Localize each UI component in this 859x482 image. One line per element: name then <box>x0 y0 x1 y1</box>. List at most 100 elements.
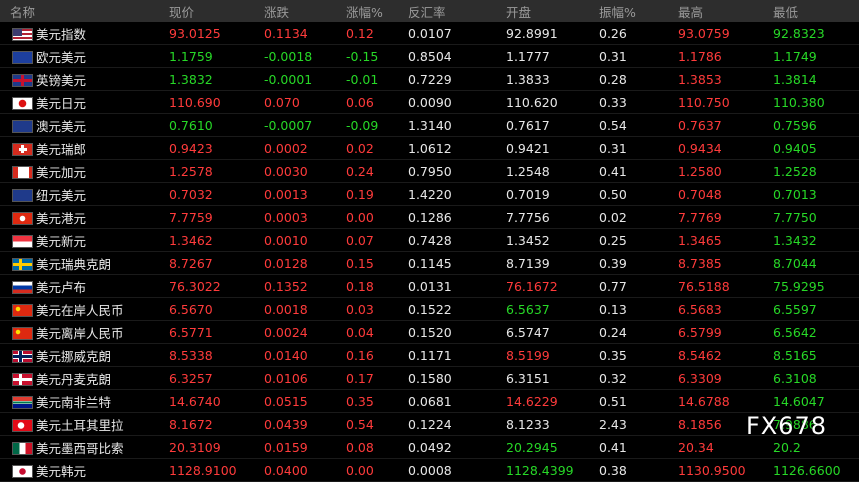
pair-name-cell[interactable]: 美元在岸人民币 <box>0 297 165 321</box>
pair-name-cell[interactable]: 美元韩元 <box>0 458 165 482</box>
price-cell: 0.7032 <box>165 182 260 206</box>
inverse-rate-cell: 0.1580 <box>404 366 502 390</box>
flag-icon <box>12 441 33 455</box>
pair-name: 美元丹麦克朗 <box>36 371 112 387</box>
pair-name-cell[interactable]: 美元港元 <box>0 205 165 229</box>
col-header-name[interactable]: 名称 <box>0 0 165 22</box>
amplitude-cell: 0.31 <box>595 136 674 160</box>
pair-name-cell[interactable]: 美元丹麦克朗 <box>0 366 165 390</box>
pair-name-cell[interactable]: 澳元美元 <box>0 113 165 137</box>
table-row[interactable]: 美元新元 1.3462 0.0010 0.07 0.7428 1.3452 0.25 1.34… <box>0 228 859 252</box>
pair-name-cell[interactable]: 美元瑞郎 <box>0 136 165 160</box>
table-row[interactable]: 美元加元 1.2578 0.0030 0.24 0.7950 1.2548 0.41 1.25… <box>0 159 859 183</box>
inverse-rate-cell: 0.8504 <box>404 44 502 68</box>
table-row[interactable]: 澳元美元 0.7610 -0.0007 -0.09 1.3140 0.7617 0.54 0.… <box>0 113 859 137</box>
pair-name-cell[interactable]: 美元瑞典克朗 <box>0 251 165 275</box>
table-row[interactable]: 美元土耳其里拉 8.1672 0.0439 0.54 0.1224 8.1233 2.43 8… <box>0 412 859 436</box>
col-header-change-pct[interactable]: 涨幅% <box>342 0 404 22</box>
flag-icon <box>12 165 33 179</box>
table-row[interactable]: 美元南非兰特 14.6740 0.0515 0.35 0.0681 14.6229 0.51… <box>0 389 859 413</box>
inverse-rate-cell: 0.1286 <box>404 205 502 229</box>
table-row[interactable]: 美元丹麦克朗 6.3257 0.0106 0.17 0.1580 6.3151 0.32 6.… <box>0 366 859 390</box>
table-row[interactable]: 美元卢布 76.3022 0.1352 0.18 0.0131 76.1672 0.77 76… <box>0 274 859 298</box>
change-cell: 0.0013 <box>260 182 342 206</box>
col-header-high[interactable]: 最高 <box>674 0 769 22</box>
price-cell: 76.3022 <box>165 274 260 298</box>
price-cell: 1.1759 <box>165 44 260 68</box>
change-cell: 0.0018 <box>260 297 342 321</box>
change-cell: 0.1352 <box>260 274 342 298</box>
high-cell: 6.3309 <box>674 366 769 390</box>
pair-name-cell[interactable]: 美元墨西哥比索 <box>0 435 165 459</box>
inverse-rate-cell: 0.1145 <box>404 251 502 275</box>
table-row[interactable]: 美元港元 7.7759 0.0003 0.00 0.1286 7.7756 0.02 7.77… <box>0 205 859 229</box>
amplitude-cell: 0.28 <box>595 67 674 91</box>
high-cell: 6.5799 <box>674 320 769 344</box>
pair-name-cell[interactable]: 纽元美元 <box>0 182 165 206</box>
pair-name-cell[interactable]: 美元土耳其里拉 <box>0 412 165 436</box>
col-header-change[interactable]: 涨跌 <box>260 0 342 22</box>
table-row[interactable]: 美元日元 110.690 0.070 0.06 0.0090 110.620 0.33 110… <box>0 90 859 114</box>
pair-name-cell[interactable]: 美元离岸人民币 <box>0 320 165 344</box>
header-row: 名称 现价 涨跌 涨幅% 反汇率 开盘 振幅% 最高 最低 <box>0 0 859 22</box>
inverse-rate-cell: 0.0131 <box>404 274 502 298</box>
open-cell: 8.7139 <box>502 251 595 275</box>
col-header-amplitude[interactable]: 振幅% <box>595 0 674 22</box>
pair-name: 美元日元 <box>36 95 87 111</box>
table-row[interactable]: 美元离岸人民币 6.5771 0.0024 0.04 0.1520 6.5747 0.24 6… <box>0 320 859 344</box>
change-cell: -0.0018 <box>260 44 342 68</box>
open-cell: 92.8991 <box>502 22 595 45</box>
inverse-rate-cell: 0.1171 <box>404 343 502 367</box>
open-cell: 20.2945 <box>502 435 595 459</box>
pair-name: 美元南非兰特 <box>36 394 112 410</box>
pair-name-cell[interactable]: 美元加元 <box>0 159 165 183</box>
pair-name-cell[interactable]: 美元指数 <box>0 22 165 45</box>
low-cell: 8.7044 <box>769 251 859 275</box>
table-row[interactable]: 英镑美元 1.3832 -0.0001 -0.01 0.7229 1.3833 0.28 1.… <box>0 67 859 91</box>
change-pct-cell: 0.00 <box>342 458 404 482</box>
table-row[interactable]: 纽元美元 0.7032 0.0013 0.19 1.4220 0.7019 0.50 0.70… <box>0 182 859 206</box>
amplitude-cell: 0.24 <box>595 320 674 344</box>
low-cell: 1126.6600 <box>769 458 859 482</box>
table-row[interactable]: 美元挪威克朗 8.5338 0.0140 0.16 0.1171 8.5199 0.35 8.… <box>0 343 859 367</box>
col-header-inverse-rate[interactable]: 反汇率 <box>404 0 502 22</box>
table-row[interactable]: 美元指数 93.0125 0.1134 0.12 0.0107 92.8991 0.26 93… <box>0 22 859 45</box>
pair-name-cell[interactable]: 美元挪威克朗 <box>0 343 165 367</box>
table-row[interactable]: 美元墨西哥比索 20.3109 0.0159 0.08 0.0492 20.2945 0.4… <box>0 435 859 459</box>
col-header-low[interactable]: 最低 <box>769 0 859 22</box>
pair-name-cell[interactable]: 美元日元 <box>0 90 165 114</box>
low-cell: 1.3814 <box>769 67 859 91</box>
high-cell: 8.5462 <box>674 343 769 367</box>
col-header-open[interactable]: 开盘 <box>502 0 595 22</box>
high-cell: 6.5683 <box>674 297 769 321</box>
table-row[interactable]: 美元在岸人民币 6.5670 0.0018 0.03 0.1522 6.5637 0.13 6… <box>0 297 859 321</box>
pair-name-cell[interactable]: 美元新元 <box>0 228 165 252</box>
inverse-rate-cell: 0.1522 <box>404 297 502 321</box>
pair-name-cell[interactable]: 美元卢布 <box>0 274 165 298</box>
change-cell: 0.070 <box>260 90 342 114</box>
flag-icon <box>12 96 33 110</box>
table-row[interactable]: 美元瑞郎 0.9423 0.0002 0.02 1.0612 0.9421 0.31 0.94… <box>0 136 859 160</box>
pair-name: 美元挪威克朗 <box>36 348 112 364</box>
table-row[interactable]: 美元韩元 1128.9100 0.0400 0.00 0.0008 1128.4399 0.… <box>0 458 859 482</box>
change-pct-cell: 0.17 <box>342 366 404 390</box>
table-row[interactable]: 欧元美元 1.1759 -0.0018 -0.15 0.8504 1.1777 0.31 1.… <box>0 44 859 68</box>
price-cell: 1.2578 <box>165 159 260 183</box>
amplitude-cell: 2.43 <box>595 412 674 436</box>
change-cell: 0.0400 <box>260 458 342 482</box>
col-header-price[interactable]: 现价 <box>165 0 260 22</box>
open-cell: 0.7019 <box>502 182 595 206</box>
inverse-rate-cell: 0.0107 <box>404 22 502 45</box>
table-row[interactable]: 美元瑞典克朗 8.7267 0.0128 0.15 0.1145 8.7139 0.39 8.… <box>0 251 859 275</box>
flag-icon <box>12 119 33 133</box>
low-cell: 0.7596 <box>769 113 859 137</box>
watermark-logo: FX678 <box>745 412 827 440</box>
pair-name: 英镑美元 <box>36 72 87 88</box>
high-cell: 1.2580 <box>674 159 769 183</box>
change-pct-cell: 0.04 <box>342 320 404 344</box>
pair-name-cell[interactable]: 欧元美元 <box>0 44 165 68</box>
pair-name-cell[interactable]: 美元南非兰特 <box>0 389 165 413</box>
high-cell: 14.6788 <box>674 389 769 413</box>
pair-name-cell[interactable]: 英镑美元 <box>0 67 165 91</box>
inverse-rate-cell: 1.3140 <box>404 113 502 137</box>
